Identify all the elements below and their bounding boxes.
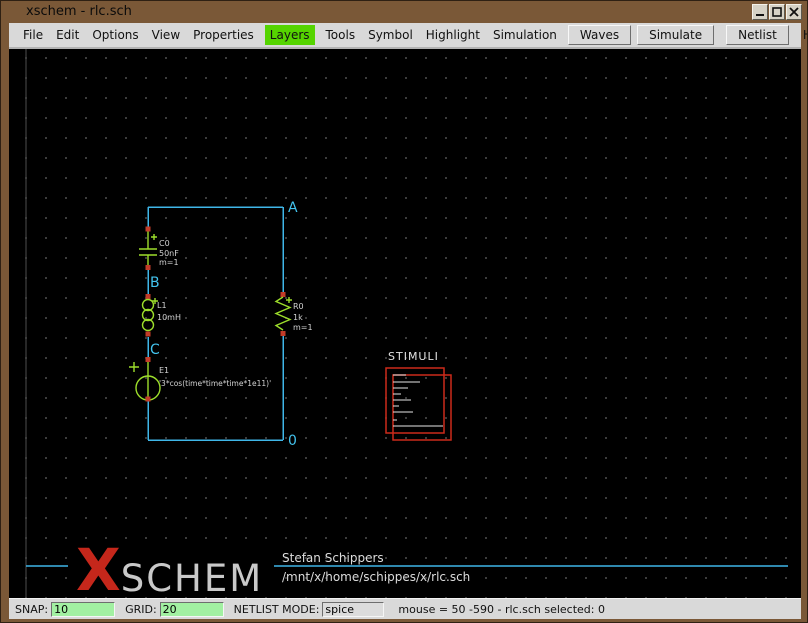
snap-label: SNAP: [15, 603, 48, 616]
xschem-window: xschem - rlc.sch File Edit Options View … [0, 0, 808, 623]
logo-schem-text: SCHEM [121, 564, 263, 595]
waves-button[interactable]: Waves [568, 25, 631, 45]
plus-polarity-icon [286, 297, 292, 303]
grid-input[interactable] [160, 602, 224, 617]
schematic-drawing: C0 50nF m=1 L1 10mH [9, 49, 801, 598]
menu-tools[interactable]: Tools [324, 25, 358, 45]
snap-input[interactable] [51, 602, 115, 617]
menu-symbol[interactable]: Symbol [366, 25, 415, 45]
menu-options[interactable]: Options [90, 25, 140, 45]
svg-text:STIMULI: STIMULI [388, 350, 439, 363]
inductor-L1[interactable]: L1 10mH [143, 294, 182, 337]
titleblock-author: Stefan Schippers [282, 551, 384, 565]
titleblock-path: /mnt/x/home/schippes/x/rlc.sch [282, 570, 470, 584]
svg-text:L1: L1 [157, 301, 167, 310]
svg-text:E1: E1 [159, 366, 169, 375]
svg-text:m=1: m=1 [293, 323, 313, 332]
node-label-0[interactable]: 0 [288, 433, 297, 449]
source-E1[interactable]: E1 '3*cos(time*time*time*1e11)' [129, 357, 271, 402]
stimuli-symbol[interactable]: STIMULI [386, 350, 451, 440]
svg-text:50nF: 50nF [159, 249, 179, 258]
node-label-A[interactable]: A [288, 200, 298, 216]
menu-properties[interactable]: Properties [191, 25, 256, 45]
netlist-mode-input[interactable] [322, 602, 384, 617]
window-title: xschem - rlc.sch [26, 4, 132, 19]
svg-text:'3*cos(time*time*time*1e11)': '3*cos(time*time*time*1e11)' [159, 379, 271, 388]
plus-polarity-icon [129, 362, 139, 372]
capacitor-C0[interactable]: C0 50nF m=1 [139, 227, 179, 271]
menu-view[interactable]: View [150, 25, 182, 45]
simulate-button[interactable]: Simulate [637, 25, 714, 45]
schematic-canvas[interactable]: C0 50nF m=1 L1 10mH [9, 47, 801, 598]
svg-text:R0: R0 [293, 302, 304, 311]
logo-x-glyph: X [76, 547, 121, 595]
plus-polarity-icon [151, 234, 157, 240]
menu-layers[interactable]: Layers [265, 25, 315, 45]
menu-edit[interactable]: Edit [54, 25, 81, 45]
mouse-status-text: mouse = 50 -590 - rlc.sch selected: 0 [398, 603, 605, 616]
resistor-R0[interactable]: R0 1k m=1 [276, 292, 313, 336]
close-button[interactable] [786, 4, 802, 20]
menu-bar: File Edit Options View Properties Layers… [9, 23, 801, 47]
netlist-mode-label: NETLIST MODE: [234, 603, 320, 616]
svg-text:10mH: 10mH [157, 313, 181, 322]
grid-label: GRID: [125, 603, 157, 616]
stimuli-text-lines [393, 375, 443, 426]
close-icon [789, 7, 799, 17]
node-label-B[interactable]: B [150, 275, 160, 291]
menu-simulation[interactable]: Simulation [491, 25, 559, 45]
svg-text:1k: 1k [293, 313, 303, 322]
stimuli-back-sheet [393, 375, 451, 440]
menu-file[interactable]: File [21, 25, 45, 45]
minimize-icon [755, 7, 765, 17]
svg-text:C0: C0 [159, 239, 170, 248]
maximize-button[interactable] [769, 4, 785, 20]
node-label-C[interactable]: C [150, 342, 160, 358]
xschem-logo: X SCHEM [68, 544, 274, 596]
svg-text:m=1: m=1 [159, 258, 179, 267]
netlist-button[interactable]: Netlist [726, 25, 789, 45]
minimize-button[interactable] [752, 4, 768, 20]
help-menu[interactable]: Help [795, 26, 808, 44]
maximize-icon [772, 7, 782, 17]
window-controls [752, 4, 802, 20]
menu-highlight[interactable]: Highlight [424, 25, 482, 45]
titlebar[interactable]: xschem - rlc.sch [1, 1, 808, 23]
status-bar: SNAP: GRID: NETLIST MODE: mouse = 50 -59… [9, 598, 801, 619]
